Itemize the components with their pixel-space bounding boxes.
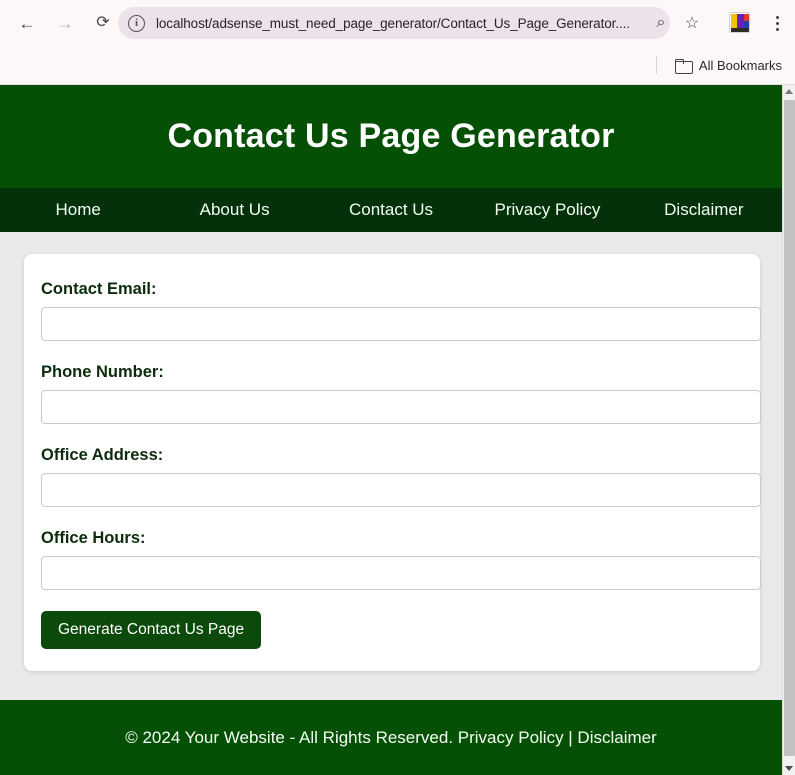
kebab-dot xyxy=(775,21,779,25)
kebab-dot xyxy=(775,15,779,19)
scroll-down-arrow-icon[interactable] xyxy=(783,762,795,775)
site-info-icon[interactable]: i xyxy=(128,14,145,32)
extension-icon-part xyxy=(731,28,749,32)
office-address-input[interactable] xyxy=(41,473,761,507)
page-title: Contact Us Page Generator xyxy=(167,117,615,155)
office-hours-input[interactable] xyxy=(41,556,761,590)
folder-icon xyxy=(674,58,693,74)
forward-icon[interactable]: → xyxy=(50,8,80,38)
browser-chrome: ← → ⟳ i localhost/adsense_must_need_page… xyxy=(0,0,795,85)
all-bookmarks-button[interactable]: All Bookmarks xyxy=(674,57,782,74)
generate-contact-us-page-button[interactable]: Generate Contact Us Page xyxy=(41,611,262,649)
all-bookmarks-label: All Bookmarks xyxy=(698,57,782,73)
phone-number-input[interactable] xyxy=(41,390,761,424)
reload-icon[interactable]: ⟳ xyxy=(88,8,118,38)
triangle-up-icon xyxy=(785,89,793,94)
bookmarks-bar: All Bookmarks xyxy=(0,46,795,84)
nav-item-contact-us[interactable]: Contact Us xyxy=(313,200,469,220)
bookmark-star-icon[interactable]: ☆ xyxy=(679,10,705,36)
nav-item-home[interactable]: Home xyxy=(0,200,156,220)
contact-form-card: Contact Email: Phone Number: Office Addr… xyxy=(24,254,761,671)
nav-item-about-us[interactable]: About Us xyxy=(156,200,312,220)
extension-icon-part xyxy=(744,14,749,21)
site-navigation: Home About Us Contact Us Privacy Policy … xyxy=(0,188,782,232)
extension-icon[interactable] xyxy=(729,12,750,33)
office-hours-label: Office Hours: xyxy=(41,529,146,547)
back-icon[interactable]: ← xyxy=(12,8,42,38)
triangle-down-icon xyxy=(785,766,793,771)
search-icon[interactable]: ⌕ xyxy=(648,10,674,36)
browser-menu-icon[interactable] xyxy=(766,11,788,35)
content-area: Contact Email: Phone Number: Office Addr… xyxy=(0,232,782,671)
extension-icon-part xyxy=(737,14,744,28)
vertical-scrollbar[interactable] xyxy=(782,85,795,775)
site-header: Contact Us Page Generator xyxy=(0,85,782,188)
page-viewport: Contact Us Page Generator Home About Us … xyxy=(0,85,782,775)
footer-text: © 2024 Your Website - All Rights Reserve… xyxy=(125,727,657,747)
nav-item-privacy-policy[interactable]: Privacy Policy xyxy=(469,200,625,220)
office-address-label: Office Address: xyxy=(41,446,164,464)
address-bar[interactable]: i localhost/adsense_must_need_page_gener… xyxy=(118,7,670,39)
contact-email-input[interactable] xyxy=(41,307,761,341)
extension-icon-part xyxy=(744,21,749,28)
scrollbar-thumb[interactable] xyxy=(784,100,795,756)
kebab-dot xyxy=(775,27,779,31)
nav-item-disclaimer[interactable]: Disclaimer xyxy=(626,200,782,220)
contact-email-label: Contact Email: xyxy=(41,280,157,298)
site-footer: © 2024 Your Website - All Rights Reserve… xyxy=(0,700,782,775)
url-text: localhost/adsense_must_need_page_generat… xyxy=(156,15,630,31)
bookmarks-divider xyxy=(655,56,657,74)
scroll-up-arrow-icon[interactable] xyxy=(783,85,795,98)
phone-number-label: Phone Number: xyxy=(41,363,164,381)
